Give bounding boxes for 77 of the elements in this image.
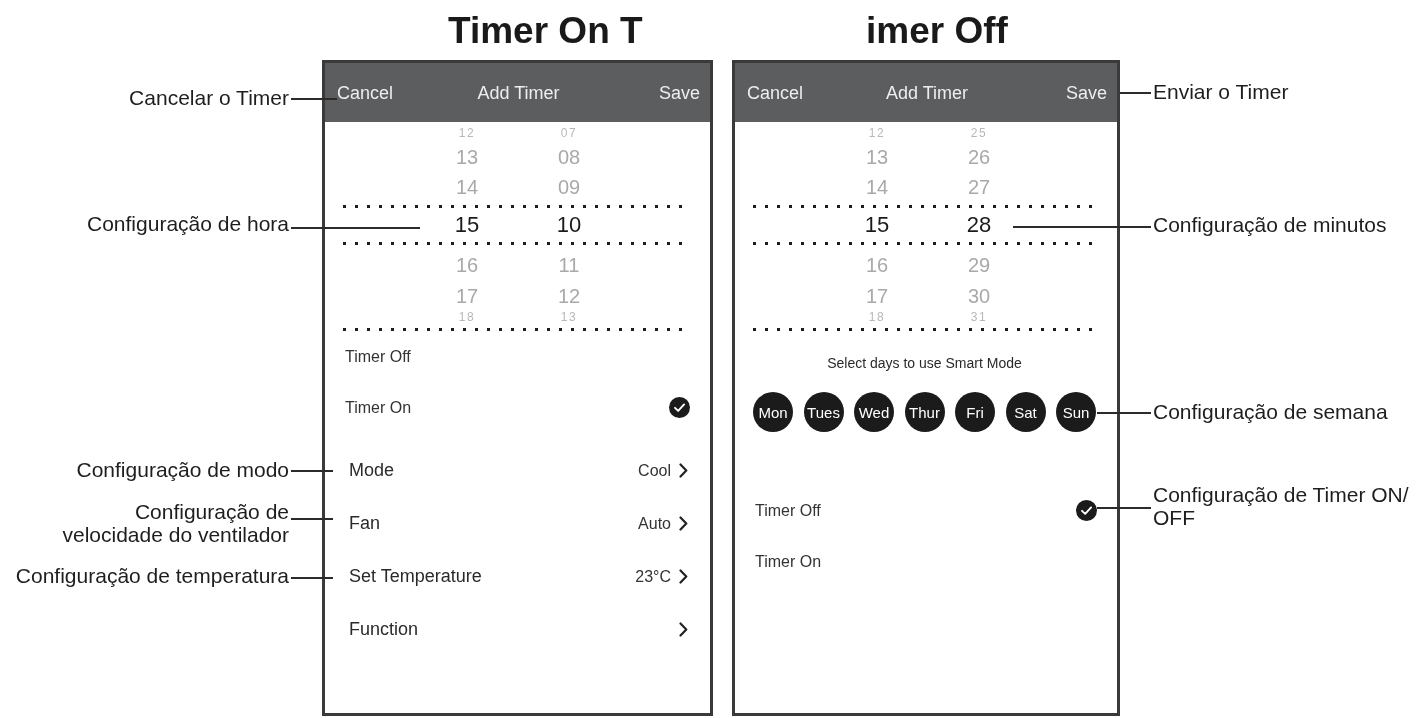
minute-value[interactable]: 10 [556, 214, 582, 236]
check-icon [1076, 500, 1097, 521]
callout-label: Configuração de semana [1153, 400, 1388, 423]
callout-label: Enviar o Timer [1153, 80, 1289, 103]
minute-value[interactable]: 12 [557, 286, 581, 306]
chevron-icon[interactable] [679, 516, 688, 531]
hour-value[interactable]: 18 [458, 310, 476, 323]
setting-label: Mode [349, 460, 395, 481]
callout-label: Configuração de temperatura [15, 564, 289, 587]
callout-label: Configuração de velocidade do ventilador [61, 500, 289, 546]
minute-value[interactable]: 25 [970, 127, 988, 139]
setting-value: Auto [638, 514, 671, 533]
callout-label: Cancelar o Timer [129, 86, 289, 109]
hour-value[interactable]: 15 [864, 214, 890, 236]
chevron-icon[interactable] [679, 622, 688, 637]
timer-option[interactable]: Timer On [325, 382, 710, 433]
hour-value[interactable]: 13 [865, 146, 889, 167]
hour-value[interactable]: 12 [868, 127, 886, 139]
minute-value[interactable]: 08 [557, 146, 581, 167]
setting-label: Fan [349, 513, 381, 534]
hour-value[interactable]: 14 [455, 177, 479, 197]
setting-value: Cool [638, 461, 671, 480]
cancel-button[interactable]: Cancel [337, 81, 394, 104]
minute-value[interactable]: 27 [967, 177, 991, 197]
hour-value[interactable]: 16 [455, 255, 479, 275]
minute-value[interactable]: 29 [967, 255, 991, 275]
leader-line [291, 577, 333, 579]
timer-option[interactable]: Timer On [735, 536, 1117, 587]
header-title: Add Timer [477, 81, 560, 104]
leader-line [291, 470, 333, 472]
day-toggle[interactable]: Thur [904, 392, 945, 432]
leader-line [1097, 507, 1151, 509]
minute-value[interactable]: 28 [966, 214, 992, 236]
minute-value[interactable]: 13 [560, 310, 578, 323]
minute-value[interactable]: 30 [967, 286, 991, 306]
minute-value[interactable]: 11 [558, 255, 580, 275]
hour-value[interactable]: 17 [455, 286, 479, 306]
chevron-icon[interactable] [679, 463, 688, 478]
minute-value[interactable]: 31 [970, 310, 988, 323]
setting-value: 23°C [635, 567, 671, 586]
save-button[interactable]: Save [658, 81, 700, 104]
hour-value[interactable]: 16 [865, 255, 889, 275]
page-heading: Timer On T [448, 11, 643, 49]
day-toggle[interactable]: Mon [753, 392, 793, 432]
hour-value[interactable]: 14 [865, 177, 889, 197]
hour-value[interactable]: 18 [868, 310, 886, 323]
days-caption: Select days to use Smart Mode [827, 354, 1022, 373]
minute-value[interactable]: 07 [560, 127, 578, 139]
minute-value[interactable]: 09 [557, 177, 581, 197]
callout-label: Configuração de Timer ON/ OFF [1153, 483, 1410, 529]
timer-option[interactable]: Timer Off [735, 485, 1117, 536]
setting-label: Set Temperature [349, 566, 482, 587]
leader-line [1120, 92, 1151, 94]
hour-value[interactable]: 13 [455, 146, 479, 167]
leader-line [1097, 412, 1151, 414]
header-title: Add Timer [886, 81, 968, 104]
timer-option[interactable]: Timer Off [325, 331, 710, 382]
leader-line [291, 518, 333, 520]
day-toggle[interactable]: Fri [955, 392, 995, 432]
day-toggle[interactable]: Tues [803, 392, 844, 432]
check-icon [669, 397, 690, 418]
page-heading: imer Off [866, 11, 1008, 49]
callout-label: Configuração de modo [76, 458, 289, 481]
callout-label: Configuração de hora [87, 212, 289, 235]
chevron-icon[interactable] [679, 569, 688, 584]
setting-label: Function [349, 619, 419, 640]
minute-value[interactable]: 26 [967, 146, 991, 167]
cancel-button[interactable]: Cancel [747, 81, 804, 104]
hour-value[interactable]: 17 [865, 286, 889, 306]
day-toggle[interactable]: Wed [854, 392, 894, 432]
leader-line [291, 98, 337, 100]
save-button[interactable]: Save [1065, 81, 1107, 104]
day-toggle[interactable]: Sun [1056, 392, 1096, 432]
callout-label: Configuração de minutos [1153, 213, 1387, 236]
hour-value[interactable]: 15 [454, 214, 480, 236]
day-toggle[interactable]: Sat [1005, 392, 1046, 432]
hour-value[interactable]: 12 [458, 127, 476, 139]
